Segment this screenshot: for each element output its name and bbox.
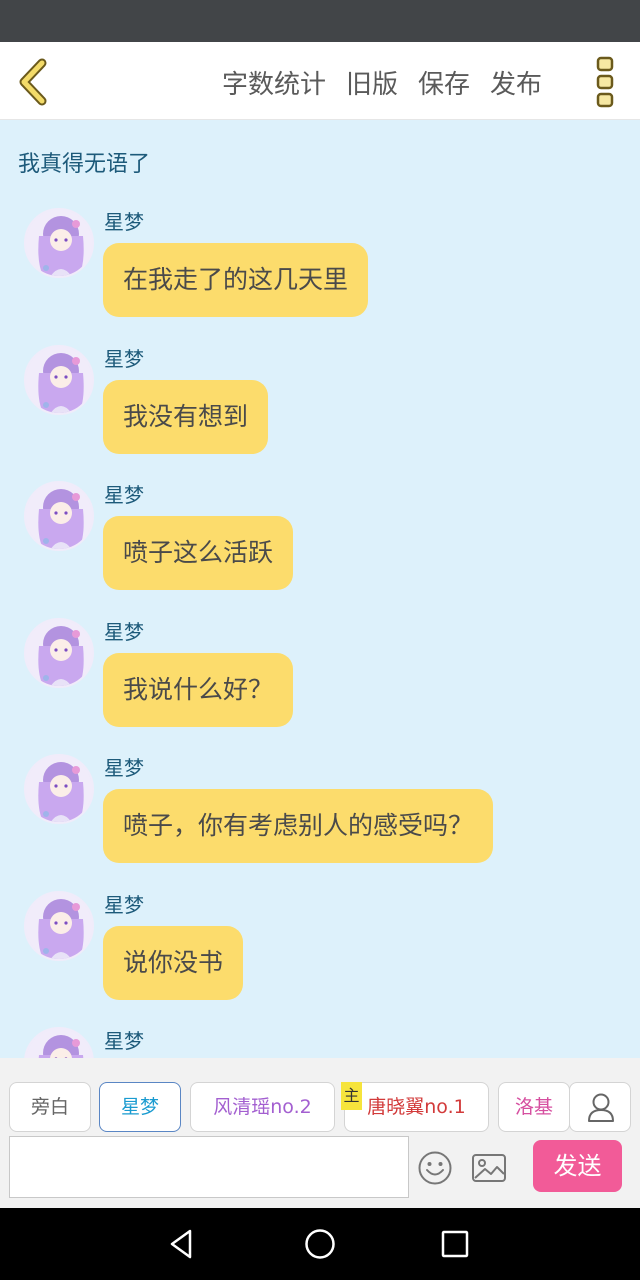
avatar[interactable] <box>24 481 94 551</box>
chat-message[interactable]: 星梦在我走了的这几天里 <box>0 208 640 344</box>
nav-recents-button[interactable] <box>437 1226 473 1262</box>
avatar[interactable] <box>24 1027 94 1058</box>
back-triangle-icon <box>170 1229 192 1259</box>
message-input[interactable] <box>9 1136 409 1198</box>
message-bubble[interactable]: 喷子，你有考虑别人的感受吗？ <box>103 789 494 863</box>
anime-avatar-icon <box>26 346 92 413</box>
top-toolbar: 字数统计 旧版 保存 发布 <box>0 42 640 120</box>
character-manager-button[interactable] <box>569 1082 631 1132</box>
role-tab-label: 洛基 <box>514 1096 553 1118</box>
chat-message[interactable]: 星梦喷子，你有考虑别人的感受吗？ <box>0 754 640 890</box>
story-title: 我真得无语了 <box>18 152 151 177</box>
role-tab-label: 风清瑶no.2 <box>213 1096 312 1118</box>
recents-square-icon <box>441 1230 469 1258</box>
old-version-button[interactable]: 旧版 <box>346 64 398 101</box>
role-tab-label: 旁白 <box>30 1096 69 1118</box>
chat-message[interactable]: 星梦 说你没书 <box>0 890 640 1027</box>
role-tab-tangxiaoyi[interactable]: 唐晓翼no.1 <box>344 1082 489 1132</box>
save-button[interactable]: 保存 <box>418 64 470 101</box>
sender-name: 星梦 <box>104 756 144 780</box>
chat-area[interactable]: 我真得无语了 星梦 在我走了的这几天里 星梦 我没有想到 星梦 喷子这么活跃 星梦 我说什么好… <box>0 120 640 1058</box>
sender-name: 星梦 <box>104 892 144 917</box>
sender-name: 星梦 <box>104 1029 144 1053</box>
chat-message[interactable]: 星梦 喷子这么活跃 <box>0 481 640 617</box>
vertical-dots-icon <box>596 56 614 108</box>
avatar[interactable] <box>24 890 94 961</box>
emoji-button[interactable] <box>417 1150 453 1186</box>
sender-name: 星梦 <box>104 346 144 371</box>
chat-message[interactable]: 星梦 我没有想到 <box>0 344 640 481</box>
anime-avatar-icon <box>26 1029 92 1058</box>
home-circle-icon <box>305 1229 335 1259</box>
anime-avatar-icon <box>26 483 92 549</box>
avatar[interactable] <box>24 754 94 824</box>
role-tab-narrator[interactable]: 旁白 <box>9 1082 91 1132</box>
header-actions: 字数统计 旧版 保存 发布 <box>222 64 562 100</box>
word-count-button[interactable]: 字数统计 <box>222 64 326 101</box>
person-icon <box>588 1093 614 1122</box>
anime-avatar-icon <box>26 619 92 686</box>
smiley-icon <box>418 1151 452 1185</box>
compose-panel: 旁白 星梦 风清瑶no.2 唐晓翼no.1 主 洛基 发送 <box>0 1058 640 1208</box>
sender-name: 星梦 <box>104 483 144 507</box>
back-button[interactable] <box>14 58 54 106</box>
status-bar <box>0 0 640 42</box>
message-bubble[interactable]: 喷子这么活跃 <box>103 516 294 590</box>
role-tab-label: 唐晓翼no.1 <box>367 1096 466 1118</box>
avatar[interactable] <box>24 344 94 415</box>
anime-avatar-icon <box>26 210 92 276</box>
role-tab-xingmeng[interactable]: 星梦 <box>99 1082 181 1132</box>
message-bubble[interactable]: 在我走了的这几天里 <box>103 243 369 317</box>
chat-message[interactable]: 星梦 <box>0 1027 640 1058</box>
more-menu-button[interactable] <box>590 56 620 108</box>
back-chevron-icon <box>19 58 47 106</box>
nav-back-button[interactable] <box>164 1226 200 1262</box>
role-tab-fengqingyao[interactable]: 风清瑶no.2 <box>190 1082 335 1132</box>
main-character-badge: 主 <box>341 1082 362 1110</box>
message-bubble[interactable]: 说你没书 <box>103 925 244 1000</box>
publish-button[interactable]: 发布 <box>490 64 542 101</box>
message-bubble[interactable]: 我没有想到 <box>103 379 269 454</box>
image-button[interactable] <box>471 1152 507 1184</box>
anime-avatar-icon <box>26 756 92 822</box>
message-bubble[interactable]: 我说什么好？ <box>103 652 294 727</box>
sender-name: 星梦 <box>104 210 144 234</box>
avatar[interactable] <box>24 617 94 688</box>
chat-message[interactable]: 星梦我说什么好？ <box>0 617 640 754</box>
nav-home-button[interactable] <box>302 1226 338 1262</box>
role-tab-luoji[interactable]: 洛基 <box>498 1082 570 1132</box>
sender-name: 星梦 <box>104 619 144 644</box>
anime-avatar-icon <box>26 892 92 959</box>
avatar[interactable] <box>24 208 94 278</box>
send-button[interactable]: 发送 <box>533 1140 622 1192</box>
role-tab-label: 星梦 <box>120 1096 159 1118</box>
system-nav-bar <box>0 1208 640 1280</box>
image-icon <box>472 1154 506 1182</box>
